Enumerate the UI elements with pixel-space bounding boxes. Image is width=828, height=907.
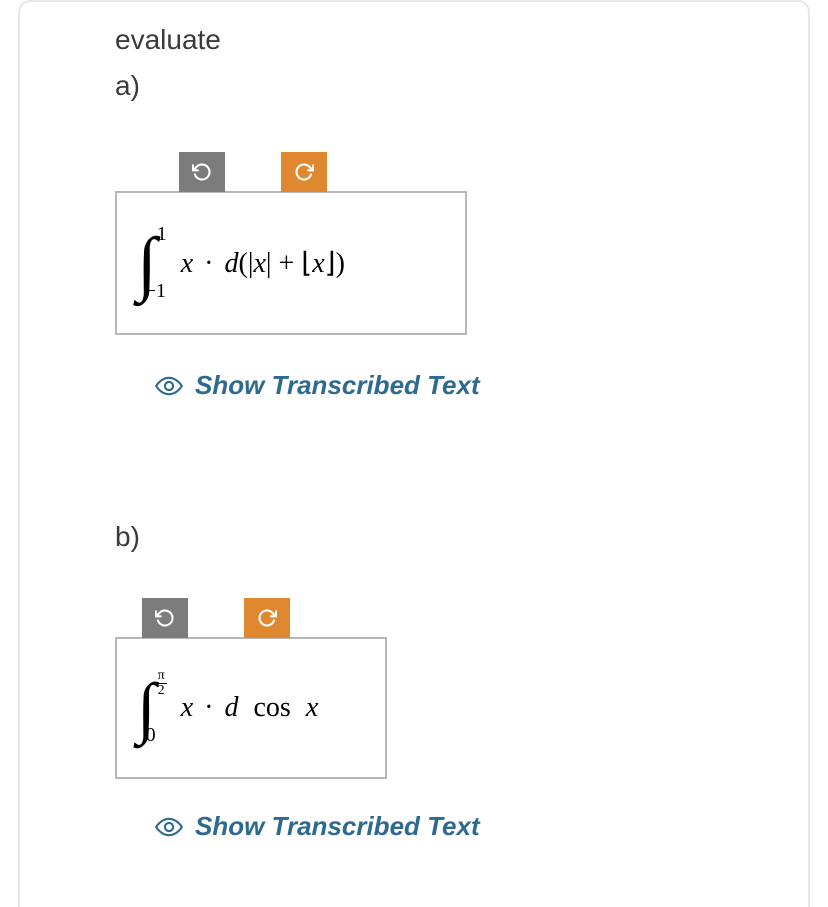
upper-bound-frac: π 2 bbox=[156, 669, 167, 698]
image-controls-a bbox=[179, 152, 808, 192]
frac-denominator: 2 bbox=[156, 684, 167, 698]
integral-expression-a: ∫ 1 −1 x · d(|x| + ⌊x⌋) bbox=[137, 223, 435, 303]
integral-expression-b: ∫ π 2 0 x · d cos x bbox=[137, 669, 355, 747]
upper-bound: 1 bbox=[157, 223, 167, 246]
lower-bound: 0 bbox=[146, 724, 156, 747]
show-transcribed-link-b[interactable]: Show Transcribed Text bbox=[155, 811, 808, 842]
rotate-ccw-icon bbox=[192, 162, 212, 182]
rotate-cw-button[interactable] bbox=[244, 598, 290, 638]
show-transcribed-link-a[interactable]: Show Transcribed Text bbox=[155, 370, 808, 401]
image-controls-b bbox=[142, 598, 808, 638]
content-card: evaluate a) ∫ 1 bbox=[18, 0, 810, 907]
part-b-label: b) bbox=[115, 521, 808, 553]
rotate-ccw-icon bbox=[155, 608, 175, 628]
integrand-b: x · d cos x bbox=[181, 692, 319, 724]
eye-icon bbox=[155, 376, 183, 396]
integrand-a: x · d(|x| + ⌊x⌋) bbox=[181, 246, 345, 280]
show-transcribed-text: Show Transcribed Text bbox=[195, 370, 480, 401]
part-a-label: a) bbox=[115, 70, 808, 102]
rotate-ccw-button[interactable] bbox=[179, 152, 225, 192]
lower-bound: −1 bbox=[145, 280, 166, 303]
integral-bounds: 1 −1 bbox=[149, 223, 167, 303]
rotate-cw-button[interactable] bbox=[281, 152, 327, 192]
integral-bounds: π 2 0 bbox=[148, 669, 167, 747]
rotate-ccw-button[interactable] bbox=[142, 598, 188, 638]
frac-numerator: π bbox=[156, 669, 167, 684]
rotate-cw-icon bbox=[294, 162, 314, 182]
math-image-b: ∫ π 2 0 x · d cos x bbox=[115, 637, 387, 779]
rotate-cw-icon bbox=[257, 608, 277, 628]
show-transcribed-text: Show Transcribed Text bbox=[195, 811, 480, 842]
question-content: evaluate a) ∫ 1 bbox=[20, 24, 808, 842]
math-image-a: ∫ 1 −1 x · d(|x| + ⌊x⌋) bbox=[115, 191, 467, 335]
eye-icon bbox=[155, 817, 183, 837]
instruction-text: evaluate bbox=[115, 24, 808, 56]
